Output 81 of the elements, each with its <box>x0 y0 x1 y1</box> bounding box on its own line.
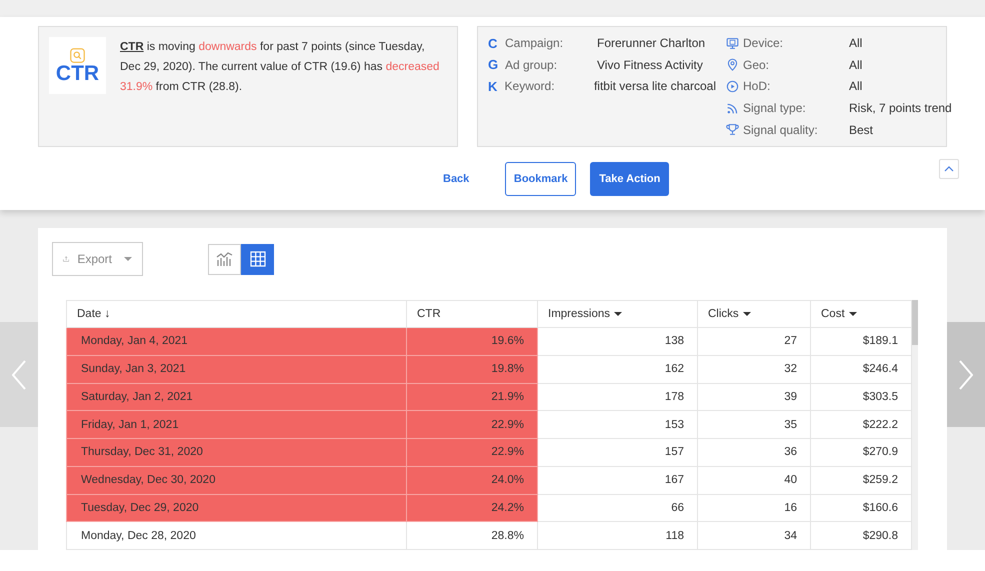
table-cell: 162 <box>538 355 698 383</box>
chevron-left-icon <box>12 360 26 390</box>
detail-value: All <box>849 58 862 72</box>
chevron-up-icon <box>944 166 954 172</box>
column-header[interactable]: Date ↓ <box>66 300 406 328</box>
table-cell: 36 <box>698 438 810 466</box>
table-cell: Wednesday, Dec 30, 2020 <box>66 466 406 494</box>
detail-label: Ad group: <box>505 58 558 72</box>
table-cell: $246.4 <box>810 355 912 383</box>
table-cell: 66 <box>538 494 698 522</box>
caret-icon <box>124 257 132 261</box>
scrollbar[interactable] <box>912 300 918 550</box>
detail-value: fitbit versa lite charcoal <box>594 79 716 94</box>
detail-label: Device: <box>743 36 784 50</box>
table-cell: 40 <box>698 466 810 494</box>
search-icon <box>70 48 85 62</box>
table-cell: $303.5 <box>810 383 912 411</box>
detail-value: Forerunner Charlton <box>597 36 706 50</box>
detail-value: All <box>849 36 862 50</box>
trophy-icon <box>726 123 739 136</box>
detail-label: Signal quality: <box>743 122 819 137</box>
table-cell: 19.8% <box>406 355 538 383</box>
letter-icon: C <box>488 36 505 51</box>
column-header[interactable]: Clicks <box>698 300 810 328</box>
detail-label: HoD: <box>743 79 772 94</box>
table-cell: $270.9 <box>810 438 912 466</box>
table-cell: 16 <box>698 494 810 522</box>
insight-message: CTR is moving downwards for past 7 points (since Tuesday, Dec 29, 2020). The current value of CTR (19.6) has decreased 31.9% from CTR (28.8). <box>120 40 440 95</box>
detail-label: Keyword: <box>504 79 556 94</box>
grid-icon <box>250 251 266 267</box>
chart-view-button[interactable] <box>208 244 241 274</box>
table-cell: 153 <box>538 410 698 438</box>
table-cell: 21.9% <box>406 383 538 411</box>
table-cell: 32 <box>698 355 810 383</box>
table-cell: Thursday, Dec 31, 2020 <box>66 438 406 466</box>
table-cell: $189.1 <box>810 328 912 356</box>
collapse-button[interactable] <box>939 159 960 179</box>
table-cell: Monday, Jan 4, 2021 <box>66 328 406 356</box>
detail-value: Vivo Fitness Activity <box>597 58 703 72</box>
bookmark-button[interactable]: Bookmark <box>505 162 576 196</box>
letter-icon: G <box>488 57 505 72</box>
take-action-button[interactable]: Take Action <box>590 162 670 196</box>
table-view-button[interactable] <box>241 244 274 274</box>
detail-value: Risk, 7 points trend <box>849 101 952 116</box>
table-cell: 19.6% <box>406 328 538 356</box>
table-cell: $259.2 <box>810 466 912 494</box>
detail-label: Campaign: <box>505 36 564 50</box>
table-cell: Sunday, Jan 3, 2021 <box>66 355 406 383</box>
back-link[interactable]: Back <box>432 162 480 196</box>
column-header[interactable]: Cost <box>810 300 912 328</box>
table-cell: 178 <box>538 383 698 411</box>
table-cell: Friday, Jan 1, 2021 <box>66 410 406 438</box>
table-cell: 157 <box>538 438 698 466</box>
table-cell: 39 <box>698 383 810 411</box>
monitor-icon <box>726 36 739 50</box>
table-cell: 24.2% <box>406 494 538 522</box>
export-dropdown[interactable]: Export <box>52 242 143 276</box>
column-header[interactable]: Impressions <box>538 300 698 328</box>
detail-value: Best <box>849 122 874 137</box>
detail-label: Geo: <box>743 58 770 72</box>
chevron-right-icon <box>959 360 973 390</box>
play-circle-icon <box>726 80 739 93</box>
table-cell: Saturday, Jan 2, 2021 <box>66 383 406 411</box>
table-cell: 35 <box>698 410 810 438</box>
detail-label: Signal type: <box>743 101 807 116</box>
location-pin-icon <box>726 58 739 72</box>
table-cell: 27 <box>698 328 810 356</box>
badge-label: CTR <box>56 62 100 84</box>
rss-icon <box>726 102 739 115</box>
table-cell: $222.2 <box>810 410 912 438</box>
bar-chart-icon <box>216 251 234 267</box>
table-cell: 138 <box>538 328 698 356</box>
table-cell: 22.9% <box>406 438 538 466</box>
letter-icon: K <box>488 78 505 94</box>
table-cell: 167 <box>538 466 698 494</box>
detail-value: All <box>849 79 862 94</box>
table-cell: Tuesday, Dec 29, 2020 <box>66 494 406 522</box>
table-cell: 24.0% <box>406 466 538 494</box>
table-cell: $160.6 <box>810 494 912 522</box>
column-header[interactable]: CTR <box>406 300 538 328</box>
table-cell: 22.9% <box>406 410 538 438</box>
